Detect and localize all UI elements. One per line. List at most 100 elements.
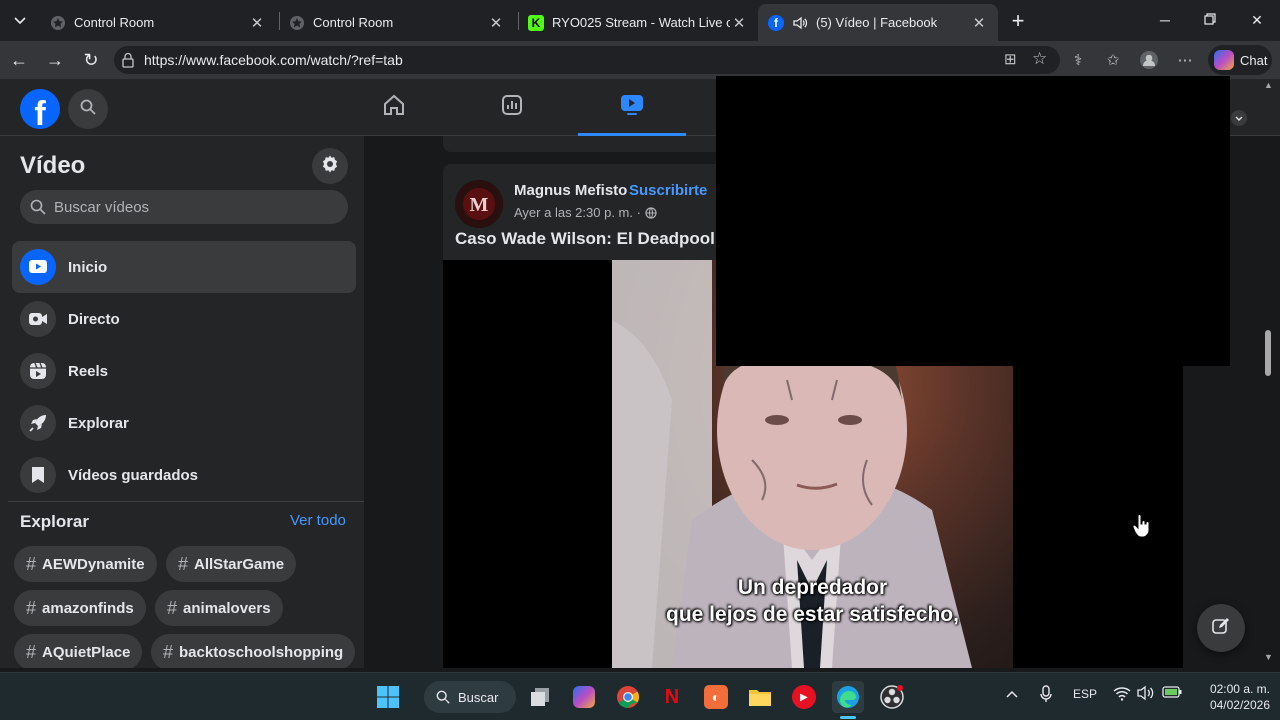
wifi-icon[interactable] bbox=[1113, 685, 1131, 704]
obs-taskbar-button[interactable] bbox=[876, 681, 908, 713]
hashtag-label: amazonfinds bbox=[42, 599, 134, 617]
author-avatar[interactable]: M bbox=[455, 180, 503, 228]
tab-close-icon[interactable]: ✕ bbox=[730, 14, 748, 32]
subscribe-link[interactable]: Suscribirte bbox=[629, 182, 707, 199]
creative-app-taskbar-button[interactable]: ◐ bbox=[700, 681, 732, 713]
chat-label: Chat bbox=[1240, 52, 1268, 68]
chevron-up-icon bbox=[1006, 687, 1018, 701]
show-hidden-icons-button[interactable] bbox=[1006, 687, 1018, 701]
home-icon bbox=[382, 93, 406, 122]
hashtag-chip[interactable]: # animalovers bbox=[155, 590, 283, 626]
globe-icon bbox=[645, 206, 657, 219]
scroll-up-arrow-icon[interactable]: ▲ bbox=[1264, 80, 1273, 90]
hashtag-chip[interactable]: # backtoschoolshopping bbox=[151, 634, 356, 668]
nav-tab-video[interactable] bbox=[578, 79, 686, 136]
browser-tab-control-room-1[interactable]: Control Room ✕ bbox=[40, 4, 276, 41]
hashtag-chip[interactable]: # AllStarGame bbox=[166, 546, 297, 582]
hashtag-chip[interactable]: # AQuietPlace bbox=[14, 634, 143, 668]
account-menu-button[interactable] bbox=[1230, 109, 1248, 127]
play-circle-icon: ▶ bbox=[792, 685, 816, 709]
sidebar-item-videos-guardados[interactable]: Vídeos guardados bbox=[12, 449, 356, 501]
video-play-icon bbox=[20, 249, 56, 285]
nav-tab-dashboard[interactable] bbox=[458, 79, 566, 136]
clock-time: 02:00 a. m. bbox=[1209, 682, 1270, 696]
app-available-icon[interactable]: ⊞ bbox=[1004, 50, 1017, 68]
browser-tab-kick-stream[interactable]: K RYO025 Stream - Watch Live on Ki ✕ bbox=[518, 4, 758, 41]
task-view-icon bbox=[531, 688, 549, 706]
scrollbar-thumb[interactable] bbox=[1265, 330, 1271, 376]
more-options-icon[interactable]: ⋯ bbox=[1174, 49, 1196, 71]
speaker-audio-icon[interactable] bbox=[792, 15, 808, 31]
microphone-icon[interactable] bbox=[1040, 685, 1052, 706]
window-close-button[interactable]: ✕ bbox=[1237, 8, 1277, 32]
video-search-input[interactable]: Buscar vídeos bbox=[20, 190, 348, 224]
hashtag-icon: # bbox=[26, 641, 37, 662]
netflix-taskbar-button[interactable]: N bbox=[656, 681, 688, 713]
media-player-taskbar-button[interactable]: ▶ bbox=[788, 681, 820, 713]
post-author-name[interactable]: Magnus Mefisto bbox=[514, 182, 627, 199]
search-icon bbox=[80, 99, 96, 120]
lock-icon[interactable] bbox=[122, 52, 134, 73]
address-bar[interactable]: https://www.facebook.com/watch/?ref=tab … bbox=[114, 46, 1060, 74]
tab-list-dropdown-button[interactable] bbox=[8, 9, 32, 33]
facebook-logo-icon[interactable]: f bbox=[20, 89, 60, 129]
reload-button[interactable]: ↻ bbox=[78, 48, 104, 72]
sidebar-item-directo[interactable]: Directo bbox=[12, 293, 356, 345]
tab-title: (5) Vídeo | Facebook bbox=[816, 15, 938, 30]
copilot-chat-button[interactable]: Chat bbox=[1208, 45, 1272, 75]
task-view-button[interactable] bbox=[524, 681, 556, 713]
windows-start-button[interactable] bbox=[372, 681, 404, 713]
hand-cursor-icon bbox=[1132, 514, 1152, 543]
tab-close-icon[interactable]: ✕ bbox=[970, 14, 988, 32]
page-scrollbar[interactable]: ▲ ▼ bbox=[1262, 80, 1274, 668]
copilot-icon bbox=[573, 686, 595, 708]
volume-icon[interactable] bbox=[1137, 685, 1155, 704]
chrome-taskbar-button[interactable] bbox=[612, 681, 644, 713]
reload-icon: ↻ bbox=[83, 49, 99, 70]
taskbar-clock[interactable]: 02:00 a. m. 04/02/2026 bbox=[1190, 681, 1270, 713]
subtitle-line: que lejos de estar satisfecho, bbox=[666, 603, 959, 626]
window-minimize-button[interactable]: ─ bbox=[1145, 8, 1185, 32]
facebook-search-button[interactable] bbox=[68, 89, 108, 129]
hashtag-chip[interactable]: # AEWDynamite bbox=[14, 546, 157, 582]
browser-tab-facebook-video[interactable]: f (5) Vídeo | Facebook ✕ bbox=[758, 4, 998, 41]
hashtag-chip[interactable]: # amazonfinds bbox=[14, 590, 146, 626]
tab-close-icon[interactable]: ✕ bbox=[487, 14, 505, 32]
bookmark-icon bbox=[20, 457, 56, 493]
sidebar-item-explorar[interactable]: Explorar bbox=[12, 397, 356, 449]
post-title: Caso Wade Wilson: El Deadpool d bbox=[455, 229, 731, 248]
copilot-taskbar-button[interactable] bbox=[568, 681, 600, 713]
control-room-favicon-icon bbox=[50, 15, 66, 31]
tab-close-icon[interactable]: ✕ bbox=[248, 14, 266, 32]
video-settings-button[interactable] bbox=[312, 148, 348, 184]
url-text[interactable]: https://www.facebook.com/watch/?ref=tab bbox=[144, 52, 403, 68]
nav-tab-home[interactable] bbox=[340, 79, 448, 136]
hashtag-icon: # bbox=[163, 641, 174, 662]
tab-title: Control Room bbox=[313, 15, 394, 30]
favorite-star-icon[interactable]: ☆ bbox=[1032, 49, 1047, 69]
sidebar-item-label: Explorar bbox=[68, 414, 129, 432]
profile-avatar-icon[interactable] bbox=[1138, 49, 1160, 71]
live-camera-icon bbox=[20, 301, 56, 337]
app-icon: ◐ bbox=[704, 685, 728, 709]
taskbar-search-box[interactable]: Buscar bbox=[424, 681, 516, 713]
sidebar-item-inicio[interactable]: Inicio bbox=[12, 241, 356, 293]
back-button[interactable]: ← bbox=[6, 48, 32, 72]
new-message-button[interactable] bbox=[1197, 604, 1245, 652]
sidebar-divider bbox=[8, 501, 364, 502]
favorites-icon[interactable]: ✩ bbox=[1102, 49, 1124, 71]
forward-button[interactable]: → bbox=[42, 48, 68, 72]
post-timestamp[interactable]: Ayer a las 2:30 p. m. · bbox=[514, 205, 657, 220]
browser-essentials-icon[interactable]: ⚕ bbox=[1067, 49, 1089, 71]
sidebar-item-reels[interactable]: Reels bbox=[12, 345, 356, 397]
windows-logo-icon bbox=[377, 686, 399, 708]
browser-tab-control-room-2[interactable]: Control Room ✕ bbox=[279, 4, 515, 41]
battery-icon[interactable] bbox=[1162, 685, 1182, 702]
window-restore-button[interactable] bbox=[1190, 8, 1230, 32]
input-language-indicator[interactable]: ESP bbox=[1073, 687, 1097, 701]
scroll-down-arrow-icon[interactable]: ▼ bbox=[1264, 652, 1273, 662]
new-tab-button[interactable]: + bbox=[1004, 8, 1032, 34]
file-explorer-taskbar-button[interactable] bbox=[744, 681, 776, 713]
edge-taskbar-button[interactable] bbox=[832, 681, 864, 713]
explore-see-all-link[interactable]: Ver todo bbox=[290, 512, 346, 529]
